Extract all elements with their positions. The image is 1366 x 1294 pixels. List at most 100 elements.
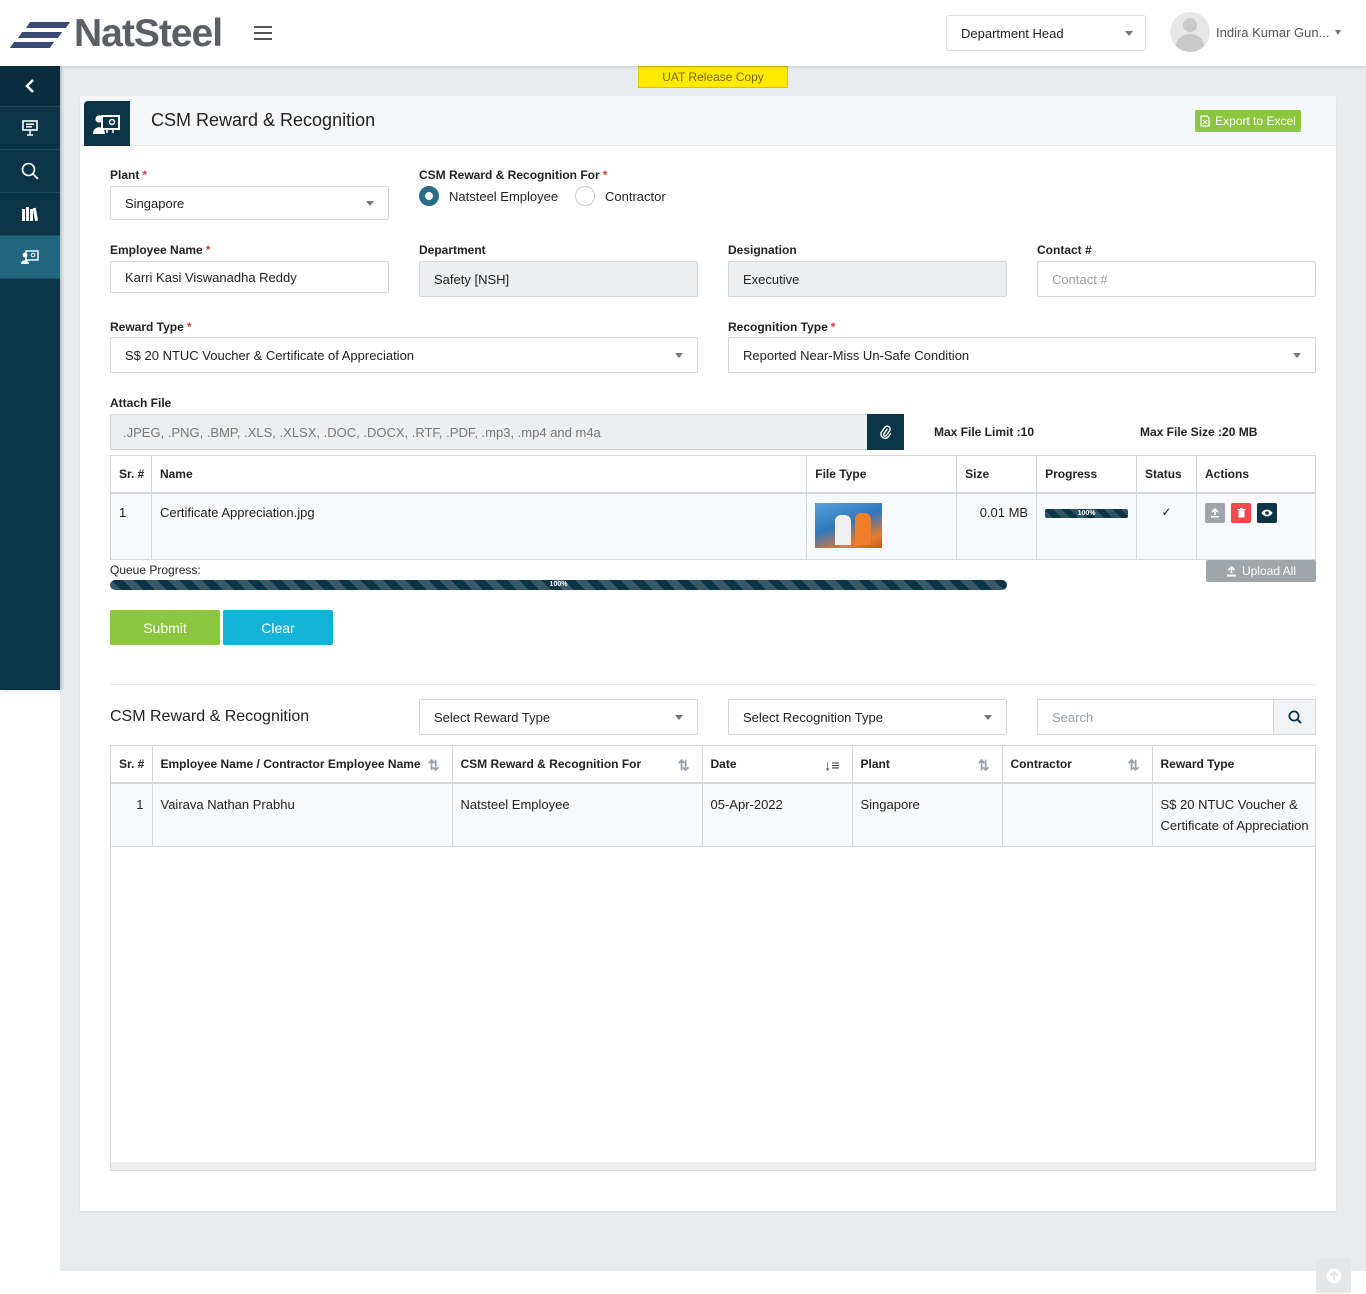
radio-selected-icon: [419, 186, 439, 206]
contact-input[interactable]: Contact #: [1037, 261, 1316, 297]
recognition-type-filter[interactable]: Select Recognition Type: [728, 699, 1007, 735]
radio-contractor[interactable]: Contractor: [575, 186, 666, 206]
table-row: 1 Certificate Appreciation.jpg 0.01 MB 1…: [110, 492, 1316, 559]
hamburger-menu-icon[interactable]: [254, 26, 272, 40]
sidebar-collapse-button[interactable]: [0, 66, 60, 107]
footer: [0, 1271, 1366, 1294]
sidebar-item-reward-recognition[interactable]: [0, 236, 60, 279]
sort-descending-icon[interactable]: ↓≡: [824, 757, 839, 773]
designation-value: Executive: [743, 271, 800, 287]
queue-progress-bar: 100%: [110, 580, 1007, 590]
export-button-label: Export to Excel: [1215, 114, 1296, 128]
library-icon: [22, 207, 39, 222]
reward-type-value: S$ 20 NTUC Voucher & Certificate of Appr…: [125, 347, 415, 363]
column-header: Actions: [1196, 455, 1316, 494]
natsteel-logo[interactable]: NatSteel: [9, 14, 223, 54]
contact-placeholder: Contact #: [1052, 271, 1108, 287]
column-header-for[interactable]: CSM Reward & Recognition For ⇅: [452, 746, 703, 784]
employee-name-value: Karri Kasi Viswanadha Reddy: [125, 269, 297, 285]
attach-file-button[interactable]: [867, 414, 904, 450]
file-progress-label: 100%: [1077, 509, 1096, 517]
upload-file-button[interactable]: [1205, 502, 1226, 523]
view-file-button[interactable]: [1257, 502, 1278, 523]
role-select-value: Department Head: [961, 26, 1064, 41]
user-menu[interactable]: Indira Kumar Gun...: [1170, 12, 1342, 52]
radio-unselected-icon: [575, 186, 595, 206]
contact-label: Contact #: [1037, 243, 1092, 257]
eye-icon: [1261, 509, 1273, 516]
reward-type-select[interactable]: S$ 20 NTUC Voucher & Certificate of Appr…: [110, 337, 698, 373]
file-progress-bar: 100%: [1045, 508, 1129, 518]
file-progress-cell: 100%: [1036, 492, 1138, 559]
search-icon: [21, 162, 39, 180]
designation-field: Executive: [728, 261, 1007, 297]
recognition-type-value: Reported Near-Miss Un-Safe Condition: [743, 347, 970, 363]
employee-name-label: Employee Name *: [110, 243, 211, 257]
scroll-to-top-button[interactable]: [1316, 1258, 1351, 1293]
export-to-excel-button[interactable]: Export to Excel: [1195, 110, 1301, 132]
delete-file-button[interactable]: [1231, 502, 1252, 523]
reward-recognition-icon: [21, 250, 39, 264]
column-header-plant[interactable]: Plant ⇅: [852, 746, 1003, 784]
queue-progress-label: Queue Progress:: [110, 563, 201, 577]
sidebar-item-library[interactable]: [0, 193, 60, 236]
record-employee: Vairava Nathan Prabhu: [152, 783, 453, 847]
attach-file-label: Attach File: [110, 396, 172, 410]
chevron-down-icon: [1335, 29, 1342, 35]
plant-select[interactable]: Singapore: [110, 186, 389, 220]
reward-type-filter-value: Select Reward Type: [434, 709, 551, 725]
trash-icon: [1237, 507, 1246, 517]
search-placeholder: Search: [1052, 709, 1094, 725]
sort-icon[interactable]: ⇅: [1128, 757, 1140, 774]
clear-button[interactable]: Clear: [223, 610, 333, 645]
search-button[interactable]: [1273, 699, 1316, 735]
reward-type-filter[interactable]: Select Reward Type: [419, 699, 698, 735]
logo-mark-icon: [9, 16, 72, 52]
paperclip-icon: [879, 425, 891, 439]
column-header-reward-type[interactable]: Reward Type: [1152, 746, 1315, 784]
page-title: CSM Reward & Recognition: [151, 110, 376, 130]
recognition-type-label: Recognition Type *: [728, 320, 836, 334]
sort-icon[interactable]: ⇅: [428, 757, 440, 774]
user-name: Indira Kumar Gun...: [1216, 24, 1330, 40]
column-header-date[interactable]: Date ↓≡: [702, 746, 853, 784]
max-file-size: Max File Size :20 MB: [1140, 425, 1258, 439]
sidebar-item-search[interactable]: [0, 150, 60, 193]
top-bar: NatSteel Department Head Indira Kumar Gu…: [0, 0, 1366, 66]
recognition-type-select[interactable]: Reported Near-Miss Un-Safe Condition: [728, 337, 1316, 373]
column-header-contractor[interactable]: Contractor ⇅: [1002, 746, 1153, 784]
sidebar-item-dashboard[interactable]: [0, 107, 60, 150]
column-header: Name: [151, 455, 808, 494]
record-date: 05-Apr-2022: [702, 783, 853, 847]
plant-value: Singapore: [125, 195, 185, 211]
radio-natsteel-employee[interactable]: Natsteel Employee: [419, 186, 558, 206]
uat-banner: UAT Release Copy: [638, 66, 788, 88]
table-row[interactable]: 1 Vairava Nathan Prabhu Natsteel Employe…: [111, 783, 1315, 847]
role-select[interactable]: Department Head: [946, 15, 1146, 51]
employee-name-input[interactable]: Karri Kasi Viswanadha Reddy: [110, 261, 389, 293]
horizontal-scrollbar[interactable]: [111, 1162, 1315, 1170]
reward-recognition-icon: [84, 101, 130, 146]
sort-icon[interactable]: ⇅: [978, 757, 990, 774]
file-size: 0.01 MB: [956, 492, 1038, 559]
department-label: Department: [419, 243, 486, 257]
list-title: CSM Reward & Recognition: [110, 708, 310, 725]
sidebar: [0, 66, 60, 690]
search-input[interactable]: Search: [1037, 699, 1274, 735]
sort-icon[interactable]: ⇅: [678, 757, 690, 774]
attach-file-input[interactable]: .JPEG, .PNG, .BMP, .XLS, .XLSX, .DOC, .D…: [110, 414, 868, 450]
submit-button[interactable]: Submit: [110, 610, 220, 645]
radio-label: Natsteel Employee: [449, 188, 559, 204]
chevron-left-icon: [25, 79, 34, 93]
file-status: ✓: [1136, 492, 1198, 559]
records-grid: Sr. # Employee Name / Contractor Employe…: [110, 745, 1316, 1171]
upload-all-label: Upload All: [1241, 564, 1297, 578]
designation-label: Designation: [728, 243, 797, 257]
upload-all-button[interactable]: Upload All: [1206, 560, 1316, 582]
column-header-employee[interactable]: Employee Name / Contractor Employee Name…: [152, 746, 453, 784]
records-table: Sr. # Employee Name / Contractor Employe…: [111, 746, 1315, 847]
file-thumbnail-image[interactable]: [815, 502, 883, 548]
department-value: Safety [NSH]: [434, 271, 510, 287]
record-for: Natsteel Employee: [452, 783, 703, 847]
record-contractor: [1002, 783, 1153, 847]
